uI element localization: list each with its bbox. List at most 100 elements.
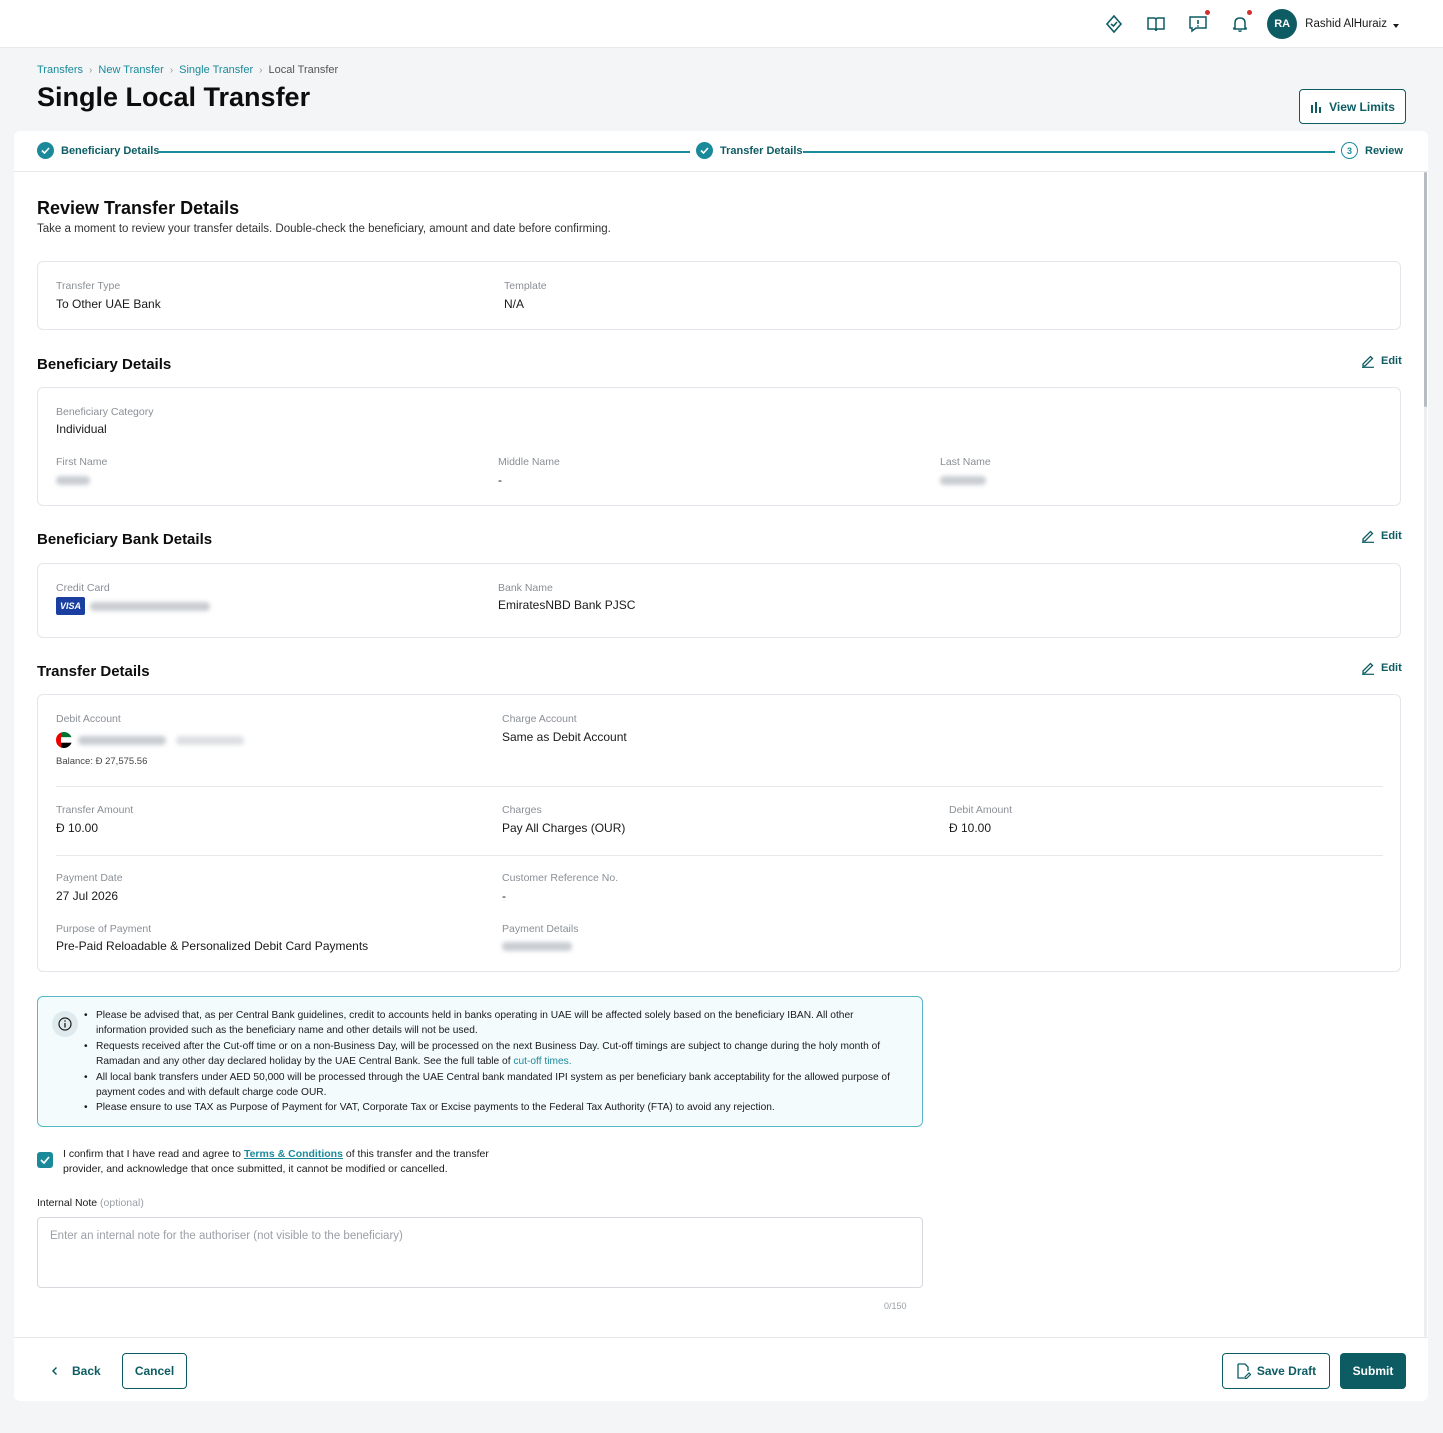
review-subtitle: Take a moment to review your transfer de… <box>37 223 611 235</box>
confirm-text-before: I confirm that I have read and agree to <box>63 1148 242 1160</box>
edit-label: Edit <box>1381 662 1402 674</box>
cut-off-times-link[interactable]: cut-off times. <box>513 1056 571 1067</box>
info-note: Please be advised that, as per Central B… <box>84 1008 906 1039</box>
internal-note-optional: (optional) <box>100 1197 144 1209</box>
template-value: N/A <box>504 297 525 311</box>
edit-icon <box>1362 530 1374 543</box>
confirm-text: I confirm that I have read and agree to … <box>63 1147 523 1177</box>
notification-dot <box>1247 10 1253 15</box>
step-connector <box>803 151 1335 153</box>
bank-name-value: EmiratesNBD Bank PJSC <box>498 598 636 612</box>
avatar[interactable]: RA <box>1267 9 1298 39</box>
breadcrumb: Transfers › New Transfer › Single Transf… <box>37 64 338 76</box>
debit-amount-label: Debit Amount <box>949 804 1013 816</box>
user-name[interactable]: Rashid AlHuraiz <box>1305 18 1387 30</box>
uae-flag-icon <box>56 732 72 748</box>
payment-date-label: Payment Date <box>56 872 123 884</box>
internal-note-label-text: Internal Note <box>37 1197 98 1209</box>
transfer-type-value: To Other UAE Bank <box>56 297 161 311</box>
breadcrumb-single-transfer[interactable]: Single Transfer <box>179 64 253 76</box>
review-title: Review Transfer Details <box>37 198 240 218</box>
main-card: Beneficiary Details Transfer Details 3 R… <box>14 131 1428 1401</box>
payment-date-value: 27 Jul 2026 <box>56 889 119 903</box>
edit-icon <box>1362 355 1374 368</box>
bell-icon[interactable] <box>1219 8 1261 40</box>
scrollbar[interactable] <box>1424 172 1427 1337</box>
info-note-text: Requests received after the Cut-off time… <box>96 1040 881 1068</box>
customer-ref-label: Customer Reference No. <box>502 872 619 884</box>
step-review: 3 Review <box>1341 142 1403 159</box>
step-number: 3 <box>1341 142 1358 159</box>
info-icon <box>52 1011 78 1037</box>
debit-account-name-redacted <box>176 736 244 745</box>
info-notes-list: Please be advised that, as per Central B… <box>84 1008 906 1116</box>
internal-note-counter: 0/150 <box>884 1301 907 1311</box>
debit-account-number-redacted <box>78 736 166 745</box>
customer-ref-value: - <box>502 889 506 903</box>
back-label: Back <box>72 1364 101 1378</box>
step-transfer-details[interactable]: Transfer Details <box>696 142 803 159</box>
card-number-redacted <box>90 602 210 611</box>
first-name-label: First Name <box>56 456 108 468</box>
edit-bank-button[interactable]: Edit <box>1361 529 1402 543</box>
last-name-label: Last Name <box>940 456 991 468</box>
beneficiary-details-box: Beneficiary Category Individual First Na… <box>37 387 1401 506</box>
terms-conditions-link[interactable]: Terms & Conditions <box>244 1148 343 1160</box>
breadcrumb-separator: › <box>259 64 263 76</box>
charge-account-label: Charge Account <box>502 713 577 725</box>
chevron-down-icon[interactable] <box>1393 23 1399 28</box>
save-draft-button[interactable]: Save Draft <box>1222 1353 1330 1389</box>
edit-transfer-button[interactable]: Edit <box>1361 661 1402 675</box>
feedback-icon[interactable] <box>1177 8 1219 40</box>
view-limits-label: View Limits <box>1329 99 1395 114</box>
step-beneficiary-details[interactable]: Beneficiary Details <box>37 142 159 159</box>
payment-details-redacted <box>502 942 572 951</box>
transfer-amount-label: Transfer Amount <box>56 804 134 816</box>
save-draft-icon <box>1237 1363 1251 1379</box>
payment-details-label: Payment Details <box>502 923 579 935</box>
charge-account-value: Same as Debit Account <box>502 730 627 744</box>
view-limits-button[interactable]: View Limits <box>1299 89 1406 124</box>
transfer-details-box: Debit Account Balance: Đ 27,575.56 Charg… <box>37 694 1401 972</box>
breadcrumb-new-transfer[interactable]: New Transfer <box>98 64 163 76</box>
transfer-type-box: Transfer Type To Other UAE Bank Template… <box>37 261 1401 330</box>
balance-text: Balance: Đ 27,575.56 <box>56 756 148 767</box>
charges-label: Charges <box>502 804 542 816</box>
debit-amount-value: Đ 10.00 <box>949 821 992 835</box>
transfer-amount-value: Đ 10.00 <box>56 821 99 835</box>
internal-note-input[interactable] <box>37 1217 923 1288</box>
submit-button[interactable]: Submit <box>1340 1353 1406 1389</box>
breadcrumb-separator: › <box>169 64 174 76</box>
cancel-button[interactable]: Cancel <box>122 1353 187 1389</box>
back-button[interactable]: Back <box>50 1359 101 1383</box>
stepper: Beneficiary Details Transfer Details 3 R… <box>14 131 1428 172</box>
support-icon[interactable] <box>1093 8 1135 40</box>
edit-beneficiary-button[interactable]: Edit <box>1361 354 1402 368</box>
step-label: Transfer Details <box>720 144 803 157</box>
step-connector <box>157 151 690 153</box>
breadcrumb-transfers[interactable]: Transfers <box>37 64 83 76</box>
info-note: Requests received after the Cut-off time… <box>84 1039 906 1070</box>
transfer-details-title: Transfer Details <box>37 663 150 680</box>
book-icon[interactable] <box>1135 8 1177 40</box>
edit-icon <box>1362 662 1374 675</box>
first-name-value-redacted <box>56 476 90 485</box>
beneficiary-category-value: Individual <box>56 422 107 436</box>
check-icon <box>696 142 713 159</box>
confirm-checkbox[interactable] <box>37 1152 53 1168</box>
edit-label: Edit <box>1381 530 1402 542</box>
top-bar-actions: RA Rashid AlHuraiz <box>1093 8 1399 40</box>
edit-label: Edit <box>1381 355 1402 367</box>
purpose-value: Pre-Paid Reloadable & Personalized Debit… <box>56 939 369 953</box>
internal-note-label: Internal Note (optional) <box>37 1197 144 1209</box>
middle-name-value: - <box>498 473 502 487</box>
chart-icon <box>1311 101 1322 113</box>
visa-icon: VISA <box>56 597 85 615</box>
bank-name-label: Bank Name <box>498 582 553 594</box>
scrollbar-thumb[interactable] <box>1424 172 1427 407</box>
check-icon <box>37 142 54 159</box>
beneficiary-details-title: Beneficiary Details <box>37 356 172 373</box>
last-name-value-redacted <box>940 476 986 485</box>
divider <box>56 786 1383 787</box>
footer-actions: Back Cancel Save Draft Submit <box>14 1337 1428 1401</box>
